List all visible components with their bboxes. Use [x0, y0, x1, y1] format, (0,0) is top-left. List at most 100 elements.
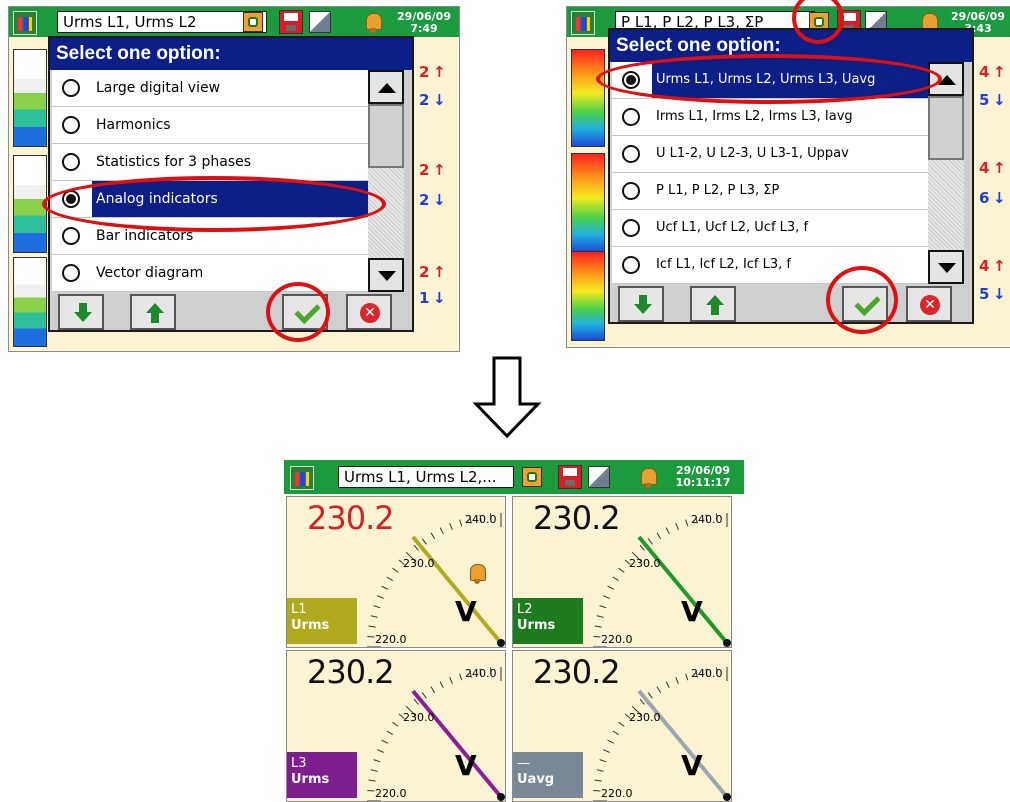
close-icon: ✕ — [360, 303, 380, 323]
unit-label: V — [455, 595, 477, 628]
scroll-down-button[interactable] — [928, 250, 964, 284]
scale-min-label: 220.0 — [601, 787, 633, 800]
scale-tick — [370, 769, 378, 772]
swap-view-icon[interactable] — [243, 12, 263, 32]
cancel-button[interactable]: ✕ — [346, 294, 392, 330]
highlight-ellipse — [42, 176, 386, 232]
analog-meter[interactable]: 230.2 240.0 230.0 220.0 V L2 Urms — [512, 496, 732, 648]
swap-view-icon[interactable] — [522, 467, 542, 487]
scale-tick — [593, 636, 601, 638]
scale-tick — [430, 686, 436, 693]
scale-tick — [596, 615, 604, 618]
meter-value: 230.2 — [533, 499, 621, 537]
phase-label: L2 — [517, 602, 533, 617]
top-bar: Urms L1, Urms L2 29/06/09 7:49 — [9, 7, 459, 37]
scale-tick — [675, 677, 679, 684]
radio-button[interactable] — [622, 182, 640, 200]
scale-tick — [459, 519, 463, 527]
cancel-button[interactable]: ✕ — [906, 286, 952, 322]
option-item[interactable]: U L1-2, U L2-3, U L3-1, Uppav — [612, 136, 928, 173]
quantity-label: Urms — [517, 618, 556, 633]
radio-button[interactable] — [62, 153, 80, 171]
down-arrow-icon: ↓ — [993, 91, 1006, 109]
scale-tick — [386, 576, 393, 582]
scale-tick — [675, 523, 679, 530]
down-arrow-icon — [472, 356, 542, 438]
view-title[interactable]: Urms L1, Urms L2 — [57, 11, 267, 33]
radio-button[interactable] — [62, 227, 80, 245]
save-icon[interactable] — [558, 465, 582, 489]
max-count: 4 — [979, 257, 990, 275]
scale-max-label: 240.0 — [691, 513, 723, 526]
max-count: 2 — [419, 63, 430, 81]
max-count: 4 — [979, 159, 990, 177]
scale-tick — [665, 527, 670, 535]
alarm-bell-icon — [467, 561, 487, 585]
scale-tick — [612, 730, 619, 736]
datetime: 29/06/09 10:11:17 — [675, 464, 731, 489]
scroll-up-button[interactable] — [368, 70, 404, 104]
analog-meter[interactable]: 230.2 240.0 230.0 220.0 V L1 Urms — [286, 496, 506, 648]
channel-tag: L1 Urms — [287, 598, 357, 644]
move-up-button[interactable] — [130, 294, 176, 330]
app-menu-icon[interactable] — [13, 11, 37, 35]
scale-max-label: 240.0 — [465, 667, 497, 680]
radio-button[interactable] — [622, 108, 640, 126]
app-menu-icon[interactable] — [571, 11, 595, 35]
radio-button[interactable] — [62, 116, 80, 134]
option-item[interactable]: Irms L1, Irms L2, Irms L3, Iavg — [612, 99, 928, 136]
option-item[interactable]: Large digital view — [52, 70, 368, 107]
scale-max-label: 240.0 — [691, 667, 723, 680]
move-down-button[interactable] — [58, 294, 104, 330]
view-title[interactable]: Urms L1, Urms L2,... — [338, 466, 514, 488]
scrollbar[interactable] — [368, 70, 404, 292]
option-item[interactable]: Vector diagram — [52, 255, 368, 292]
screen-icon[interactable] — [588, 466, 610, 488]
screen-icon[interactable] — [309, 11, 331, 33]
option-item[interactable]: P L1, P L2, P L3, ΣP — [612, 173, 928, 210]
scale-tick — [449, 677, 453, 684]
app-menu-icon[interactable] — [290, 466, 314, 490]
scale-min-label: 220.0 — [375, 787, 407, 800]
scale-tick — [603, 749, 610, 753]
scale-min-label: 220.0 — [375, 633, 407, 646]
radio-button[interactable] — [62, 264, 80, 282]
quantity-label: Urms — [291, 618, 330, 633]
scroll-down-button[interactable] — [368, 258, 404, 292]
scrollbar[interactable] — [928, 62, 964, 284]
phase-label: L1 — [291, 602, 307, 617]
scale-tick — [370, 615, 378, 618]
scale-tick — [392, 567, 399, 573]
scale-tick — [685, 673, 689, 681]
scale-tick — [599, 759, 607, 763]
move-up-button[interactable] — [690, 286, 736, 322]
unit-label: V — [681, 749, 703, 782]
radio-button[interactable] — [622, 256, 640, 274]
scale-tick — [459, 673, 463, 681]
scale-tick — [647, 538, 653, 545]
alarm-bell-icon[interactable] — [363, 10, 383, 34]
meter-value: 230.2 — [307, 499, 395, 537]
scroll-thumb[interactable] — [368, 104, 404, 168]
save-icon[interactable] — [279, 10, 303, 34]
scale-tick — [373, 605, 381, 609]
scroll-thumb[interactable] — [928, 96, 964, 160]
radio-button[interactable] — [622, 219, 640, 237]
option-item[interactable]: Harmonics — [52, 107, 368, 144]
max-count: 4 — [979, 63, 990, 81]
scale-tick — [618, 721, 625, 727]
radio-button[interactable] — [62, 79, 80, 97]
move-down-button[interactable] — [618, 286, 664, 322]
quantity-label: Urms — [291, 772, 330, 787]
scale-mid-label: 230.0 — [403, 557, 435, 570]
channel-tag: L3 Urms — [287, 752, 357, 798]
analog-meter[interactable]: 230.2 240.0 230.0 220.0 V — Uavg — [512, 650, 732, 802]
up-arrow-icon: ↑ — [993, 159, 1006, 177]
radio-button[interactable] — [622, 145, 640, 163]
option-item[interactable]: Ucf L1, Ucf L2, Ucf L3, f — [612, 210, 928, 247]
up-arrow-icon: ↑ — [993, 257, 1006, 275]
analog-meter[interactable]: 230.2 240.0 230.0 220.0 V L3 Urms — [286, 650, 506, 802]
alarm-bell-icon[interactable] — [638, 465, 658, 489]
up-arrow-icon: ↑ — [433, 161, 446, 179]
quantity-label: Uavg — [517, 772, 555, 787]
